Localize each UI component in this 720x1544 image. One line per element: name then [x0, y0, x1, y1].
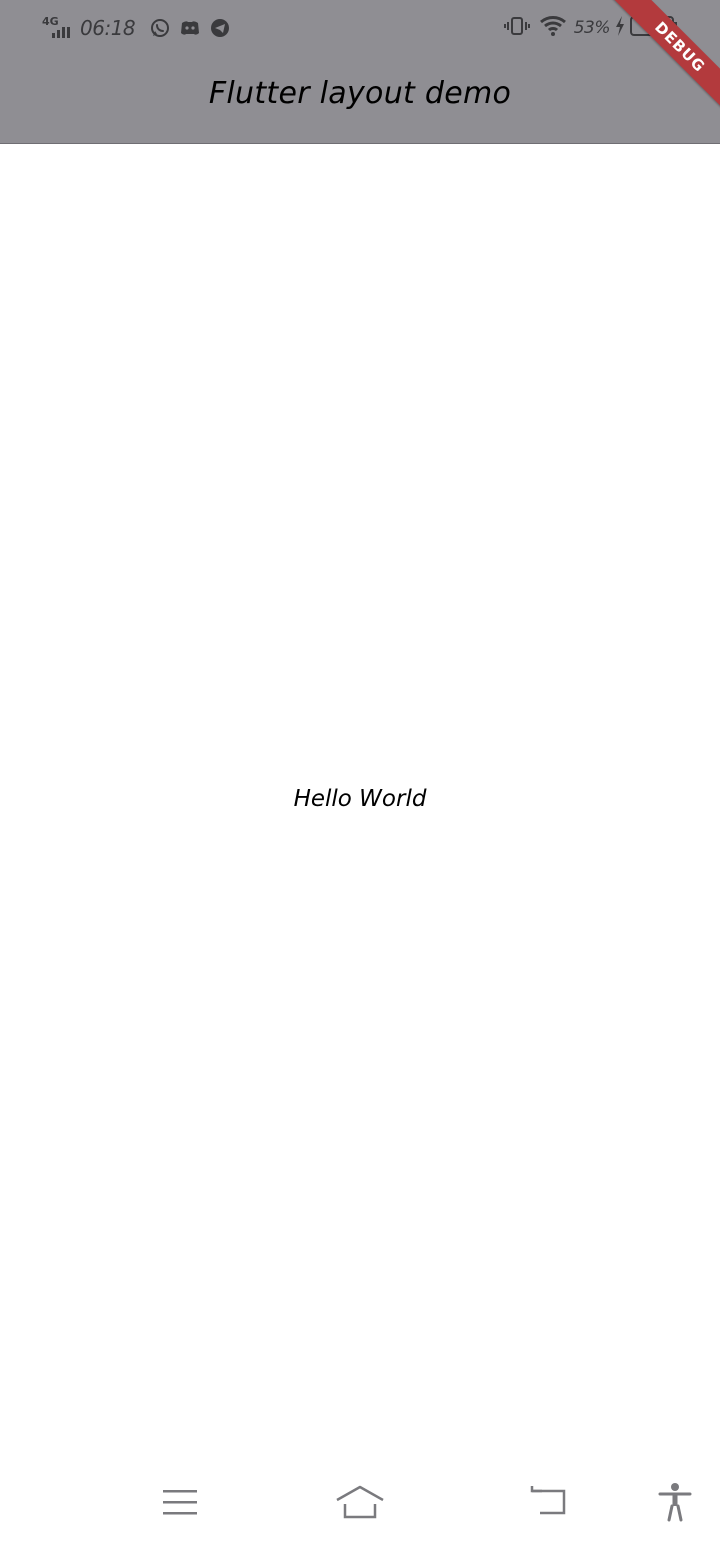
battery-percent: 53% [573, 18, 611, 38]
whatsapp-icon [149, 17, 171, 39]
signal-icon [52, 27, 70, 38]
discord-icon [179, 17, 201, 39]
home-button[interactable] [332, 1480, 388, 1524]
status-time: 06:18 [80, 16, 136, 40]
charging-icon [614, 15, 626, 41]
app-bar: 4G 06:18 53% Flutter layout demo [0, 0, 720, 144]
status-bar-left: 4G 06:18 [42, 14, 231, 42]
vibrate-icon [503, 15, 530, 41]
status-bar-right: 53% [503, 14, 678, 42]
app-screen: 4G 06:18 53% Flutter layout demo DEBUG H… [0, 0, 720, 1544]
app-bar-title: Flutter layout demo [208, 76, 512, 111]
navigation-bar [0, 1466, 720, 1544]
network-indicator: 4G [42, 16, 76, 40]
status-bar: 4G 06:18 53% [0, 0, 720, 56]
wifi-icon [539, 15, 566, 41]
menu-button[interactable] [152, 1480, 208, 1524]
home-icon [336, 1485, 384, 1519]
back-button[interactable] [520, 1480, 576, 1524]
accessibility-icon [658, 1483, 692, 1522]
battery-icon [630, 15, 678, 41]
accessibility-button[interactable] [647, 1480, 703, 1524]
hello-world-text: Hello World [293, 786, 427, 812]
telegram-icon [209, 17, 231, 39]
back-icon [530, 1486, 566, 1515]
menu-icon [163, 1490, 197, 1515]
